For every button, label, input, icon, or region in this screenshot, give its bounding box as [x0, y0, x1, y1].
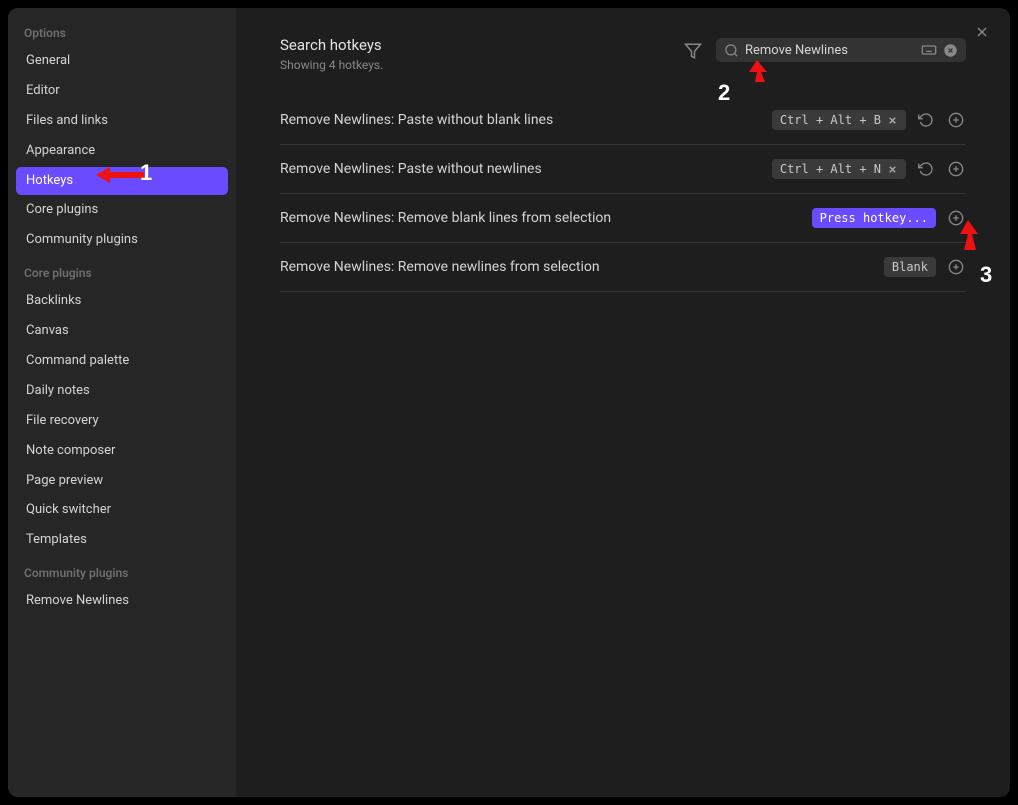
hotkey-list: Remove Newlines: Paste without blank lin…	[280, 96, 966, 292]
settings-main: Search hotkeys Showing 4 hotkeys. Remove…	[236, 8, 1010, 797]
sidebar-item-general[interactable]: General	[16, 47, 228, 76]
add-hotkey-button[interactable]	[946, 208, 966, 228]
header-row: Search hotkeys Showing 4 hotkeys.	[280, 36, 966, 72]
search-icon	[724, 43, 739, 58]
hotkey-label: Remove Newlines: Paste without blank lin…	[280, 112, 762, 128]
sidebar-section-header: Community plugins	[16, 556, 228, 586]
sidebar-item-files-and-links[interactable]: Files and links	[16, 107, 228, 136]
hotkey-badge: Ctrl + Alt + B	[772, 110, 906, 130]
sidebar-item-note-composer[interactable]: Note composer	[16, 437, 228, 466]
settings-modal: OptionsGeneralEditorFiles and linksAppea…	[8, 8, 1010, 797]
page-title: Search hotkeys	[280, 36, 670, 54]
reset-hotkey-button[interactable]	[916, 110, 936, 130]
sidebar-item-community-plugins[interactable]: Community plugins	[16, 226, 228, 255]
sidebar-item-canvas[interactable]: Canvas	[16, 317, 228, 346]
sidebar-item-remove-newlines[interactable]: Remove Newlines	[16, 587, 228, 616]
hotkey-row: Remove Newlines: Remove newlines from se…	[280, 243, 966, 292]
sidebar-item-appearance[interactable]: Appearance	[16, 137, 228, 166]
close-button[interactable]	[972, 22, 992, 42]
hotkey-badge: Ctrl + Alt + N	[772, 159, 906, 179]
hotkey-row: Remove Newlines: Paste without blank lin…	[280, 96, 966, 145]
sidebar-section-header: Core plugins	[16, 256, 228, 286]
filter-button[interactable]	[680, 38, 706, 64]
sidebar-item-editor[interactable]: Editor	[16, 77, 228, 106]
sidebar-item-quick-switcher[interactable]: Quick switcher	[16, 496, 228, 525]
hotkey-label: Remove Newlines: Remove blank lines from…	[280, 210, 802, 226]
reset-hotkey-button[interactable]	[916, 159, 936, 179]
hotkey-row: Remove Newlines: Paste without newlines C…	[280, 145, 966, 194]
remove-hotkey-icon[interactable]	[887, 115, 898, 126]
sidebar-item-file-recovery[interactable]: File recovery	[16, 407, 228, 436]
hotkey-label: Remove Newlines: Remove newlines from se…	[280, 259, 874, 275]
keyboard-icon[interactable]	[921, 42, 937, 58]
hotkey-row: Remove Newlines: Remove blank lines from…	[280, 194, 966, 243]
hotkey-label: Remove Newlines: Paste without newlines	[280, 161, 762, 177]
settings-sidebar: OptionsGeneralEditorFiles and linksAppea…	[8, 8, 236, 797]
remove-hotkey-icon[interactable]	[887, 164, 898, 175]
add-hotkey-button[interactable]	[946, 110, 966, 130]
sidebar-item-daily-notes[interactable]: Daily notes	[16, 377, 228, 406]
add-hotkey-button[interactable]	[946, 159, 966, 179]
sidebar-item-core-plugins[interactable]: Core plugins	[16, 196, 228, 225]
sidebar-item-hotkeys[interactable]: Hotkeys	[16, 167, 228, 196]
sidebar-item-backlinks[interactable]: Backlinks	[16, 287, 228, 316]
page-subtitle: Showing 4 hotkeys.	[280, 58, 670, 72]
sidebar-section-header: Options	[16, 16, 228, 46]
search-box	[716, 38, 966, 62]
sidebar-item-page-preview[interactable]: Page preview	[16, 467, 228, 496]
hotkey-badge: Blank	[884, 257, 936, 277]
search-input[interactable]	[745, 43, 915, 58]
sidebar-item-templates[interactable]: Templates	[16, 526, 228, 555]
sidebar-item-command-palette[interactable]: Command palette	[16, 347, 228, 376]
clear-search-icon[interactable]	[943, 43, 958, 58]
hotkey-badge[interactable]: Press hotkey...	[812, 208, 936, 228]
add-hotkey-button[interactable]	[946, 257, 966, 277]
